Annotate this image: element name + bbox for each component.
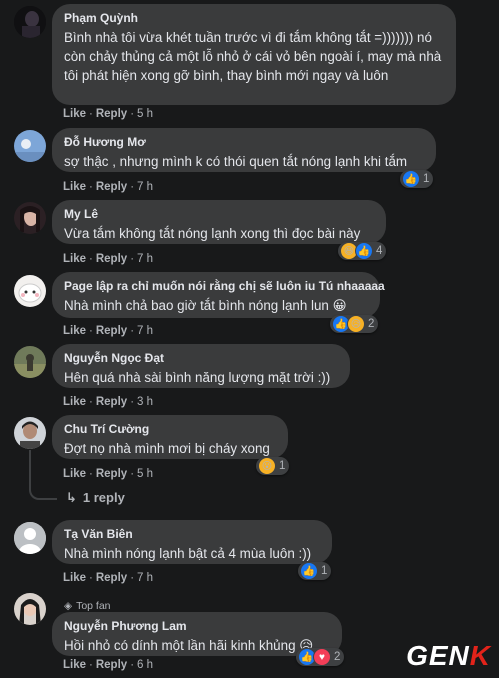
reaction-summary[interactable]: 😮 1 [256,457,290,475]
comment-bubble: Page lập ra chỉ muốn nói rằng chị sẽ luô… [52,272,385,318]
comment-actions: Like · Reply · 7 h [63,325,154,337]
reaction-summary[interactable]: 👍 1 [400,170,434,188]
reaction-count: 1 [279,460,286,472]
reaction-count: 2 [334,651,341,663]
avatar[interactable] [14,593,46,625]
comment-bubble: Chu Trí Cường Đợt nọ nhà mình mơi bị chá… [52,415,288,459]
avatar[interactable] [14,130,46,162]
comment-time[interactable]: 5 h [137,108,153,120]
comment-author[interactable]: My Lê [64,207,374,222]
comment-author[interactable]: Đỗ Hương Mơ [64,135,424,150]
like-link[interactable]: Like [63,659,86,671]
reply-arrow-icon: ↳ [66,490,77,505]
comment-author[interactable]: Page lập ra chỉ muốn nói rằng chị sẽ luô… [64,279,385,294]
avatar[interactable] [14,417,46,449]
reply-link[interactable]: Reply [96,396,127,408]
like-link[interactable]: Like [63,468,86,480]
diamond-icon: ◈ [64,600,73,612]
reaction-count: 1 [321,565,328,577]
comment-actions: Like · Reply · 7 h [63,572,154,584]
reply-link[interactable]: Reply [96,325,127,337]
comment-text: Nhà mình chả bao giờ tắt bình nóng lạnh … [64,298,347,313]
comment-time[interactable]: 7 h [137,253,153,265]
like-icon: 👍 [355,242,373,260]
like-link[interactable]: Like [63,325,86,337]
avatar[interactable] [14,522,46,554]
like-icon: 👍 [402,170,420,188]
comment-author[interactable]: Phạm Quỳnh [64,11,444,26]
sad-icon: 😥 [347,315,365,333]
comment-text: Hên quá nhà sài bình năng lượng mặt trời… [64,370,331,385]
like-link[interactable]: Like [63,108,86,120]
reaction-summary[interactable]: 👍 ♥ 2 [296,648,345,666]
top-fan-badge: ◈ Top fan [64,600,111,612]
comment-actions: Like · Reply · 7 h [63,253,154,265]
reaction-summary[interactable]: 👍 1 [298,562,332,580]
reaction-count: 1 [423,173,430,185]
comment-time[interactable]: 7 h [137,572,153,584]
reply-link[interactable]: Reply [96,572,127,584]
comment-bubble: Nguyễn Ngọc Đạt Hên quá nhà sài bình năn… [52,344,350,388]
comment-bubble: Tạ Văn Biên Nhà mình nóng lạnh bật cả 4 … [52,520,332,564]
comment-time[interactable]: 7 h [137,181,153,193]
like-icon: 👍 [300,562,318,580]
comment-text: Nhà mình nóng lạnh bật cả 4 mùa luôn :)) [64,546,312,561]
comment-text: sợ thậc , nhưng mình k có thói quen tắt … [64,154,408,169]
like-link[interactable]: Like [63,572,86,584]
comment-author[interactable]: Nguyễn Phương Lam [64,619,330,634]
top-fan-label: Top fan [76,600,111,612]
avatar[interactable] [14,6,46,38]
comment-actions: Like · Reply · 5 h [63,108,154,120]
comment-time[interactable]: 6 h [137,659,153,671]
like-link[interactable]: Like [63,396,86,408]
view-replies-link[interactable]: ↳ 1 reply [66,490,125,506]
comment-time[interactable]: 7 h [137,325,153,337]
reaction-summary[interactable]: 👍 😥 2 [330,315,379,333]
avatar[interactable] [14,346,46,378]
reply-link[interactable]: Reply [96,253,127,265]
reply-link[interactable]: Reply [96,659,127,671]
comment-actions: Like · Reply · 3 h [63,396,154,408]
reaction-count: 2 [368,318,375,330]
comment-bubble: Phạm Quỳnh Bình nhà tôi vừa khét tuần tr… [52,4,456,105]
comment-author[interactable]: Tạ Văn Biên [64,527,320,542]
comment-author[interactable]: Nguyễn Ngọc Đạt [64,351,338,366]
thread-connector [29,450,57,500]
avatar[interactable] [14,275,46,307]
like-link[interactable]: Like [63,253,86,265]
wow-icon: 😮 [258,457,276,475]
comment-bubble: Đỗ Hương Mơ sợ thậc , nhưng mình k có th… [52,128,436,172]
comment-text: Vừa tắm không tắt nóng lạnh xong thì đọc… [64,226,361,241]
comment-time[interactable]: 3 h [137,396,153,408]
comment-text: Hồi nhỏ có dính một lần hãi kinh khủng 😥 [64,638,314,653]
comment-text: Đợt nọ nhà mình mơi bị cháy xong [64,441,270,456]
comment-actions: Like · Reply · 7 h [63,181,154,193]
comment-actions: Like · Reply · 5 h [63,468,154,480]
genk-watermark: GENK [406,640,491,671]
reply-link[interactable]: Reply [96,181,127,193]
love-icon: ♥ [313,648,331,666]
reaction-summary[interactable]: 😆 👍 4 [338,242,387,260]
avatar[interactable] [14,202,46,234]
comment-actions: Like · Reply · 6 h [63,659,154,671]
like-link[interactable]: Like [63,181,86,193]
comment-author[interactable]: Chu Trí Cường [64,422,276,437]
comment-text: Bình nhà tôi vừa khét tuần trước vì đi t… [64,30,442,83]
reply-link[interactable]: Reply [96,108,127,120]
view-replies-label: 1 reply [82,490,125,505]
reaction-count: 4 [376,245,383,257]
comment-time[interactable]: 5 h [137,468,153,480]
comment-bubble: My Lê Vừa tắm không tắt nóng lạnh xong t… [52,200,386,244]
reply-link[interactable]: Reply [96,468,127,480]
